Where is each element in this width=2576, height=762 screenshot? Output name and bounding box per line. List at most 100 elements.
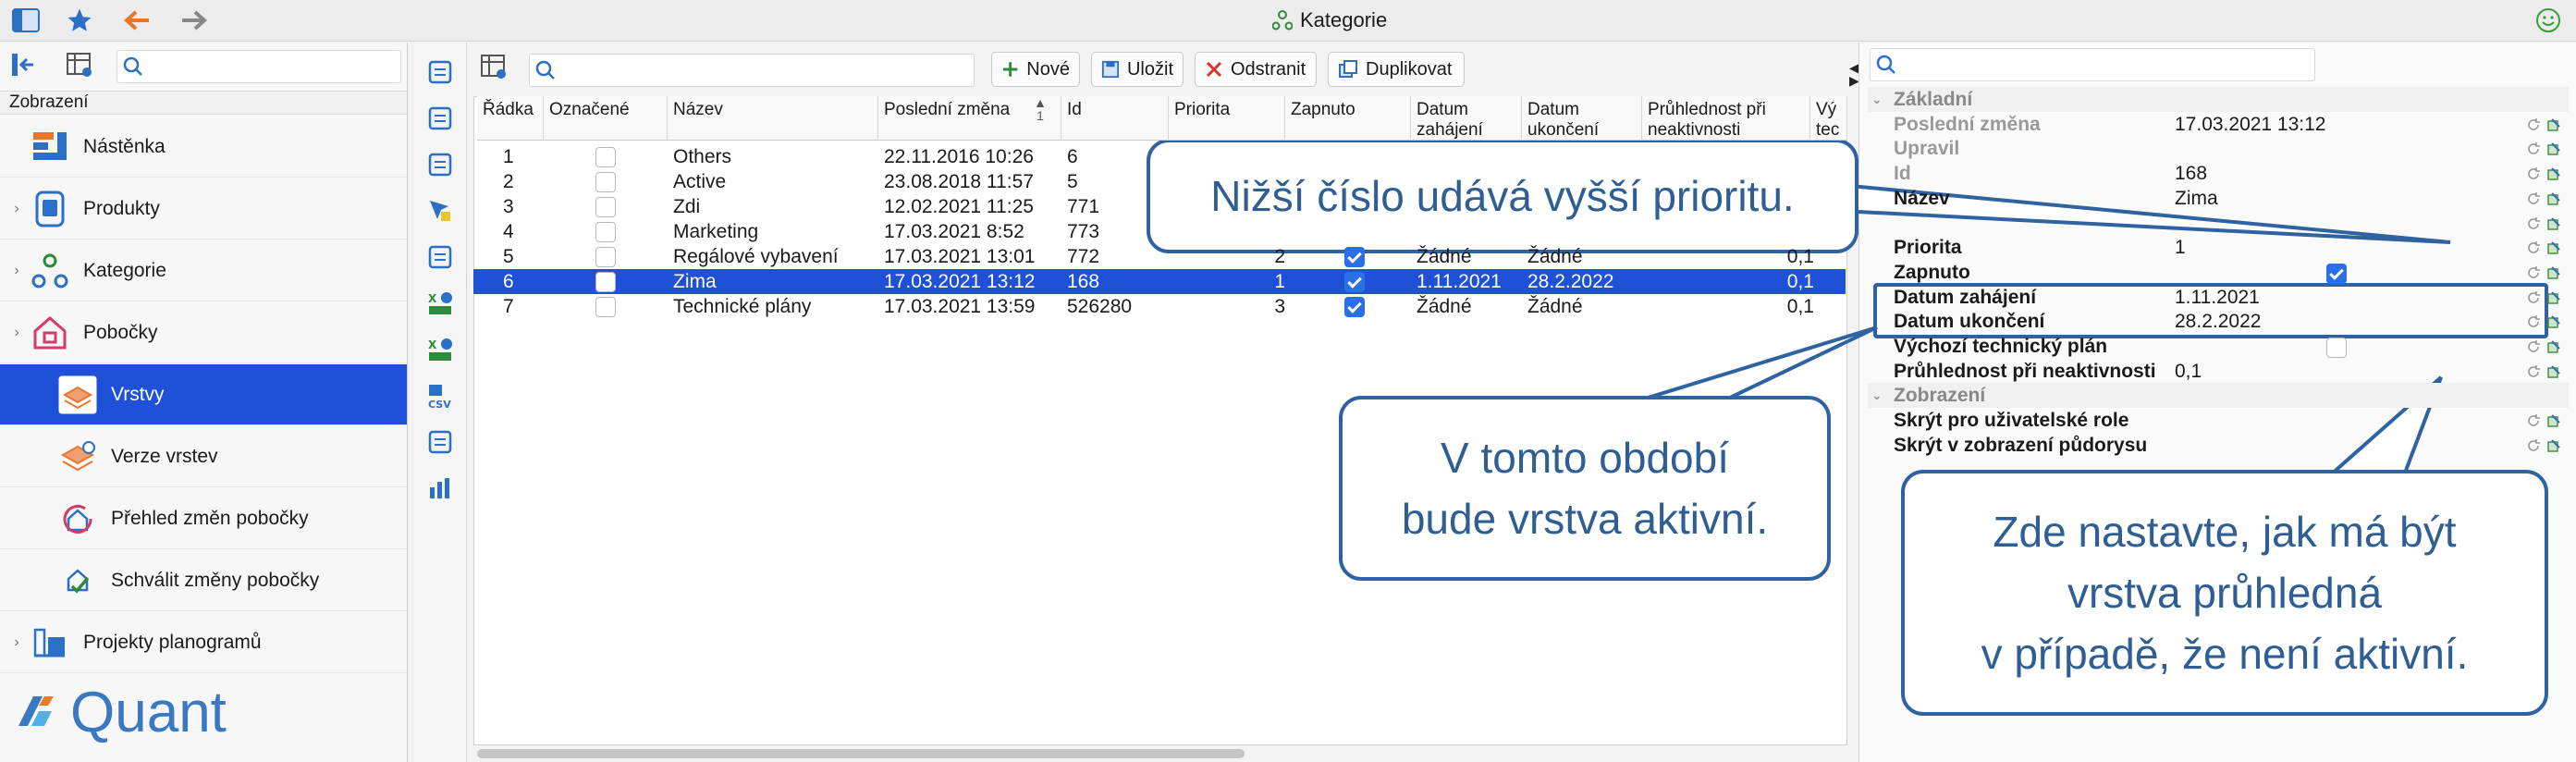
property-section[interactable]: ⌄ Zobrazení: [1868, 383, 2569, 409]
reset-icon[interactable]: [2526, 140, 2541, 158]
property-value[interactable]: 168: [2175, 161, 2207, 186]
bulk-edit-icon[interactable]: [2546, 190, 2561, 208]
column-header[interactable]: Zapnuto: [1285, 96, 1411, 141]
reset-icon[interactable]: [2526, 215, 2541, 233]
approve-changes-icon: [55, 559, 100, 603]
reset-icon[interactable]: [2526, 363, 2541, 381]
property-value[interactable]: 1.11.2021: [2175, 285, 2260, 310]
sidebar-item-products[interactable]: › Produkty: [0, 178, 407, 240]
marked-checkbox[interactable]: [595, 297, 616, 317]
sidebar-item-layers[interactable]: Vrstvy: [0, 364, 407, 425]
column-header[interactable]: Označené: [544, 96, 668, 141]
reset-icon[interactable]: [2526, 116, 2541, 134]
table-row[interactable]: 6 Zima 17.03.2021 13:12 168 1 1.11.2021 28.2.2…: [473, 269, 1846, 294]
reset-icon[interactable]: [2526, 436, 2541, 455]
bulk-edit-icon[interactable]: [2546, 264, 2561, 282]
enabled-checkbox[interactable]: [1344, 272, 1365, 292]
sidebar-item-label: Projekty planogramů: [83, 631, 262, 653]
section-label: Základní: [1894, 89, 1973, 110]
marked-checkbox[interactable]: [595, 147, 616, 167]
sidebar-item-categories[interactable]: › Kategorie: [0, 240, 407, 301]
marked-checkbox[interactable]: [595, 197, 616, 217]
column-header[interactable]: Průhlednost při neaktivnosti: [1642, 96, 1810, 141]
column-header[interactable]: Priorita: [1169, 96, 1285, 141]
marked-checkbox[interactable]: [595, 222, 616, 242]
property-value[interactable]: 0,1: [2175, 359, 2508, 384]
reset-icon[interactable]: [2526, 289, 2541, 307]
reset-icon[interactable]: [2526, 313, 2541, 331]
priority-cell: [1174, 144, 1285, 169]
chevron-right-icon[interactable]: ›: [6, 325, 28, 341]
default-tech-plan-checkbox[interactable]: [2326, 338, 2347, 358]
column-header[interactable]: Datum ukončení: [1522, 96, 1642, 141]
property-row: Skrýt pro uživatelské role: [1868, 408, 2569, 433]
excel-import-button[interactable]: X: [422, 287, 459, 324]
sidebar-item-layer-versions[interactable]: Verze vrstev: [0, 426, 407, 487]
marker-button[interactable]: [422, 194, 459, 231]
sidebar-item-store[interactable]: › Pobočky: [0, 302, 407, 363]
chart-button[interactable]: [422, 472, 459, 509]
bulk-edit-icon[interactable]: [2546, 289, 2561, 307]
chevron-down-icon[interactable]: ⌄: [1871, 383, 1883, 408]
column-header[interactable]: Id: [1061, 96, 1169, 141]
reset-icon[interactable]: [2526, 412, 2541, 430]
property-value[interactable]: Zima: [2175, 186, 2218, 211]
bulk-edit-icon[interactable]: [2546, 338, 2561, 356]
table-row[interactable]: 1 Others 22.11.2016 10:26 6: [473, 144, 1846, 169]
bulk-edit-icon[interactable]: [2546, 215, 2561, 233]
bulk-edit-icon[interactable]: [2546, 313, 2561, 331]
bulk-edit-icon[interactable]: [2546, 436, 2561, 455]
bulk-edit-icon[interactable]: [2546, 363, 2561, 381]
bulk-edit-icon[interactable]: [2546, 412, 2561, 430]
reset-icon[interactable]: [2526, 338, 2541, 356]
sidebar-item-dashboard[interactable]: Nástěnka: [0, 117, 407, 178]
bulk-edit-icon[interactable]: [2546, 239, 2561, 257]
copy-button[interactable]: [422, 102, 459, 139]
sidebar-item-store-changes[interactable]: Přehled změn pobočky: [0, 488, 407, 549]
enabled-checkbox[interactable]: [1344, 247, 1365, 267]
excel-export-button[interactable]: X: [422, 333, 459, 370]
chevron-right-icon[interactable]: ›: [6, 201, 28, 217]
last-change-cell: 12.02.2021 11:25: [884, 196, 1034, 217]
marked-checkbox[interactable]: [595, 272, 616, 292]
chevron-down-icon[interactable]: ⌄: [1871, 87, 1883, 112]
column-header[interactable]: Název: [668, 96, 878, 141]
bulk-edit-icon[interactable]: [2546, 116, 2561, 134]
column-header[interactable]: Vý tec: [1810, 96, 1847, 141]
table-row[interactable]: 5 Regálové vybavení 17.03.2021 13:01 772 2 Žá…: [473, 244, 1846, 269]
reset-icon[interactable]: [2526, 239, 2541, 257]
marked-checkbox[interactable]: [595, 172, 616, 192]
help-button[interactable]: [422, 148, 459, 185]
marked-checkbox[interactable]: [595, 247, 616, 267]
csv-export-button[interactable]: CSV: [422, 379, 459, 416]
property-value[interactable]: 1: [2175, 235, 2508, 260]
start-date-cell: [1417, 219, 1524, 244]
reset-icon[interactable]: [2526, 190, 2541, 208]
list-button[interactable]: [422, 240, 459, 277]
chevron-right-icon[interactable]: ›: [6, 634, 28, 651]
start-date-cell: [1417, 144, 1524, 169]
column-header[interactable]: Datum zahájení: [1411, 96, 1522, 141]
sync-table-button[interactable]: [422, 425, 459, 462]
properties-button[interactable]: [422, 55, 459, 92]
bulk-edit-icon[interactable]: [2546, 140, 2561, 158]
column-header[interactable]: Řádka: [477, 96, 544, 141]
property-value[interactable]: 28.2.2022: [2175, 309, 2261, 334]
reset-icon[interactable]: [2526, 264, 2541, 282]
row-number-cell: 7: [503, 296, 514, 317]
reset-icon[interactable]: [2526, 165, 2541, 183]
bulk-edit-icon[interactable]: [2546, 165, 2561, 183]
layers-icon: [55, 373, 100, 417]
property-value[interactable]: 17.03.2021 13:12: [2175, 112, 2326, 137]
table-row[interactable]: 3 Zdi 12.02.2021 11:25 771: [473, 194, 1846, 219]
sidebar-item-planogram-projects[interactable]: › Projekty planogramů: [0, 612, 407, 673]
table-row[interactable]: 7 Technické plány 17.03.2021 13:59 526280 3 Ž…: [473, 294, 1846, 319]
row-number-cell: 4: [503, 221, 514, 242]
enabled-checkbox[interactable]: [1344, 297, 1365, 317]
property-section[interactable]: ⌄ Základní: [1868, 87, 2569, 112]
table-row[interactable]: 4 Marketing 17.03.2021 8:52 773: [473, 219, 1846, 244]
sidebar-item-approve-changes[interactable]: Schválit změny pobočky: [0, 550, 407, 611]
table-row[interactable]: 2 Active 23.08.2018 11:57 5: [473, 169, 1846, 194]
chevron-right-icon[interactable]: ›: [6, 263, 28, 279]
enabled-checkbox[interactable]: [2326, 263, 2347, 284]
